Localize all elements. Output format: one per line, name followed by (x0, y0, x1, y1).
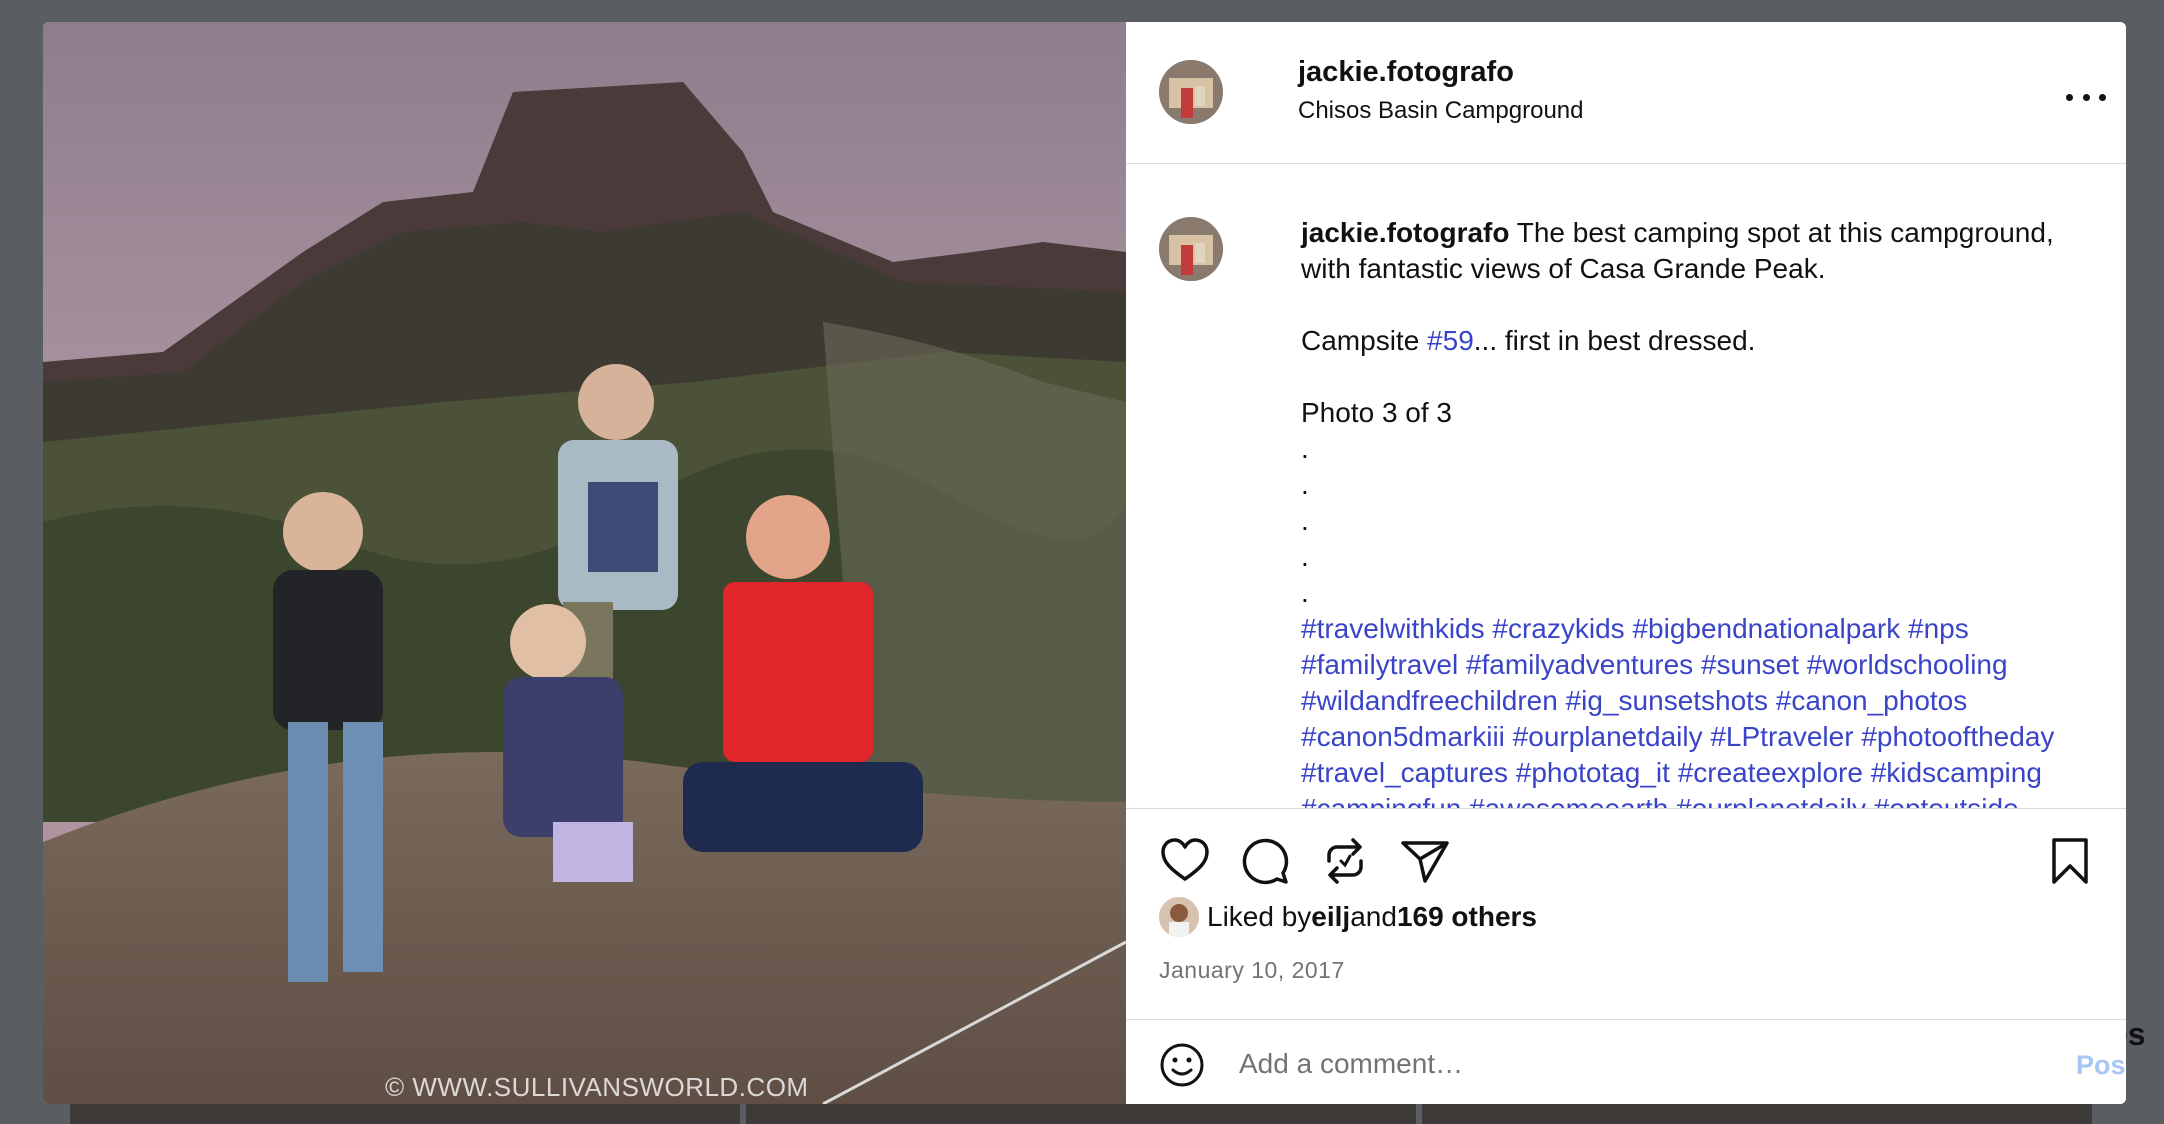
post-comment-button[interactable]: Post (2076, 1050, 2126, 1081)
post-modal: © WWW.SULLIVANSWORLD.COM jackie.fotograf… (43, 22, 2126, 1104)
comment-input[interactable] (1239, 1044, 1939, 1084)
more-horizontal-icon (2082, 93, 2090, 101)
caption-section: jackie.fotografo The best camping spot a… (1126, 165, 2126, 808)
caption-text: Photo 3 of 3 (1301, 397, 1453, 428)
hashtag-line[interactable]: #wildandfreechildren #ig_sunsetshots #ca… (1301, 683, 2101, 719)
caption-dot: . (1301, 469, 1309, 500)
caption-username[interactable]: jackie.fotografo (1301, 217, 1509, 248)
more-horizontal-icon (2099, 93, 2106, 101)
comment-icon (1242, 838, 1289, 885)
post-actions: Liked by eilj and 169 others January 10,… (1126, 808, 2126, 1104)
caption-text: ... first in best dressed. (1473, 325, 1756, 356)
more-horizontal-icon (2066, 93, 2073, 101)
likes-count[interactable]: 169 others (1397, 901, 1537, 933)
author-username[interactable]: jackie.fotografo (1298, 56, 1514, 89)
comment-button[interactable] (1239, 835, 1291, 887)
caption-dot: . (1301, 541, 1309, 572)
bookmark-icon (2052, 838, 2088, 884)
post-location[interactable]: Chisos Basin Campground (1298, 97, 1583, 125)
likes-middle: and (1350, 901, 1397, 932)
liker-avatar (1159, 897, 1199, 937)
emoji-icon (1160, 1043, 1204, 1087)
repost-icon (1327, 838, 1363, 884)
emoji-button[interactable] (1159, 1042, 1205, 1088)
caption-line: Campsite #59... first in best dressed. (1301, 323, 2101, 359)
hashtag-link[interactable]: #59 (1427, 325, 1474, 356)
caption-dot: . (1301, 577, 1309, 608)
author-avatar[interactable] (1159, 60, 1223, 124)
like-button[interactable] (1159, 835, 1211, 887)
caption-dot: . (1301, 433, 1309, 464)
post-caption: jackie.fotografo The best camping spot a… (1301, 215, 2101, 808)
more-options-button[interactable] (2066, 82, 2106, 112)
save-button[interactable] (2044, 835, 2096, 887)
post-photo[interactable]: © WWW.SULLIVANSWORLD.COM (43, 22, 1126, 1104)
hashtag-line[interactable]: #familytravel #familyadventures #sunset … (1301, 647, 2101, 683)
hashtag-line[interactable]: #travel_captures #phototag_it #createexp… (1301, 755, 2101, 791)
caption-text: Campsite (1301, 325, 1428, 356)
hashtag-line[interactable]: #canon5dmarkiii #ourplanetdaily #LPtrave… (1301, 719, 2101, 755)
post-header: jackie.fotografo Chisos Basin Campground (1126, 22, 2126, 164)
heart-icon (1161, 838, 1209, 881)
repost-button[interactable] (1319, 835, 1371, 887)
post-details-panel: jackie.fotografo Chisos Basin Campground… (1126, 22, 2126, 1104)
caption-line: jackie.fotografo The best camping spot a… (1301, 215, 2101, 287)
share-button[interactable] (1399, 835, 1451, 887)
caption-dot: . (1301, 505, 1309, 536)
hashtag-line[interactable]: #campingfun #awesomeearth #ourplanetdail… (1301, 791, 2101, 808)
send-icon (1401, 841, 1449, 883)
comment-bar: Post (1126, 1019, 2126, 1104)
photo-watermark: © WWW.SULLIVANSWORLD.COM (385, 1072, 809, 1102)
photo-illustration (43, 22, 1126, 1104)
caption-author-avatar[interactable] (1159, 217, 1223, 281)
background-thumbnail (70, 1104, 740, 1124)
hashtag-line[interactable]: #travelwithkids #crazykids #bigbendnatio… (1301, 611, 2101, 647)
likes-prefix: Liked by (1207, 901, 1312, 932)
liker-username[interactable]: eilj (1311, 901, 1350, 933)
post-date[interactable]: January 10, 2017 (1159, 957, 1345, 984)
background-thumbnail (1422, 1104, 2092, 1124)
background-thumbnail (746, 1104, 1416, 1124)
likes-summary[interactable]: Liked by eilj and 169 others (1159, 897, 1537, 937)
